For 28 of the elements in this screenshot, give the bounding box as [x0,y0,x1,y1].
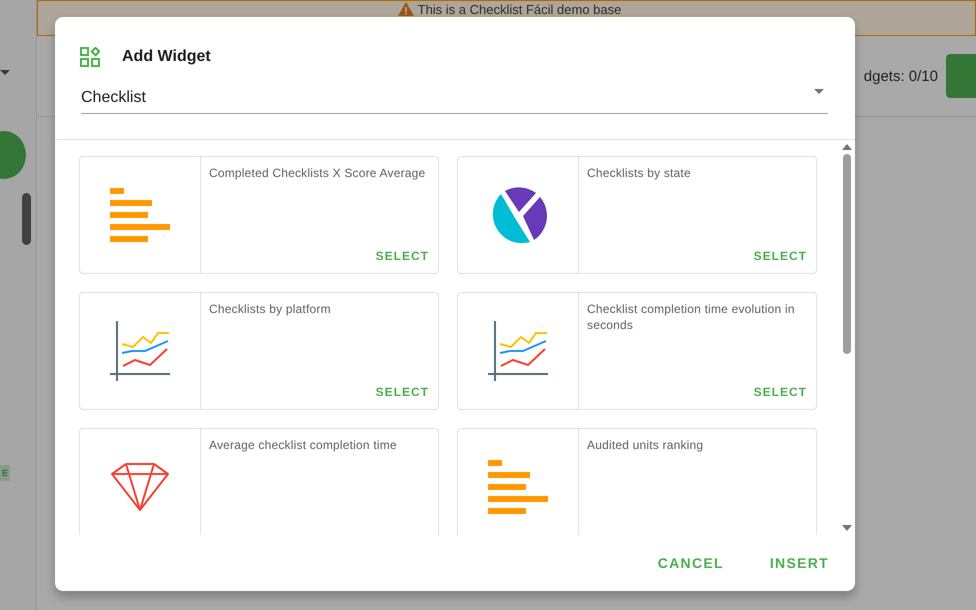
caret-icon[interactable] [0,70,10,75]
banner-text: This is a Checklist Fácil demo base [418,2,622,17]
scroll-down-icon[interactable] [842,525,852,531]
bar-chart-icon [110,188,170,242]
widget-card[interactable]: Checklists by state SELECT [457,156,817,274]
widget-card[interactable]: Average checklist completion time [79,428,439,535]
widget-title: Average checklist completion time [209,437,398,453]
widget-title: Checklist completion time evolution in seconds [587,301,796,333]
diamond-icon [111,462,169,512]
bar-chart-icon [488,460,548,514]
widget-title: Audited units ranking [587,437,704,453]
line-chart-icon [110,321,170,381]
scrollbar-thumb[interactable] [843,154,851,354]
widget-count: dgets: 0/10 [864,68,938,84]
widget-card[interactable]: Checklists by platform SELECT [79,292,439,410]
widgets-icon [80,47,100,67]
dialog-title: Add Widget [122,48,211,66]
widget-title: Checklists by state [587,165,692,181]
dropdown-caret-icon [814,88,824,94]
widget-card[interactable]: Checklist completion time evolution in seconds SELECT [457,292,817,410]
widget-card[interactable]: Audited units ranking [457,428,817,535]
line-chart-icon [488,321,548,381]
status-tag: E [0,465,10,481]
widget-title: Checklists by platform [209,301,332,317]
widget-title: Completed Checklists X Score Average [209,165,426,181]
category-select[interactable]: Checklist [81,85,828,114]
scrollbar-thumb[interactable] [22,193,31,245]
widget-card[interactable]: Completed Checklists X Score Average SELECT [79,156,439,274]
